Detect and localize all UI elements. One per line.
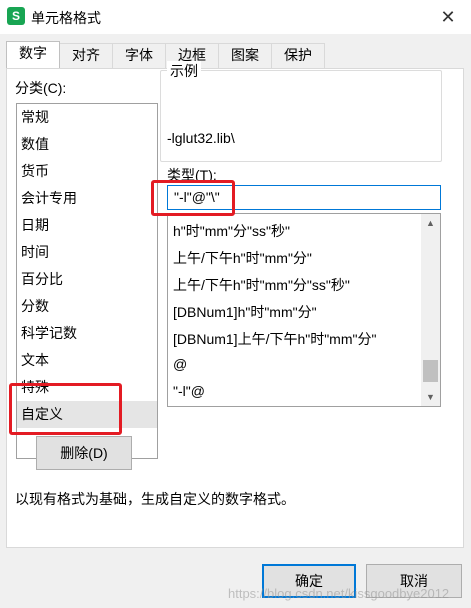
category-item[interactable]: 时间 bbox=[17, 239, 157, 266]
scroll-up-icon[interactable]: ▲ bbox=[421, 214, 440, 232]
category-item[interactable]: 科学记数 bbox=[17, 320, 157, 347]
scroll-thumb[interactable] bbox=[423, 360, 438, 382]
format-code-item[interactable]: 上午/下午h"时"mm"分"ss"秒" bbox=[173, 275, 350, 295]
category-item[interactable]: 特殊 bbox=[17, 374, 157, 401]
watermark: https://blog.csdn.net/kissgoodbye2012 bbox=[228, 586, 450, 601]
category-list[interactable]: 常规 数值 货币 会计专用 日期 时间 百分比 分数 科学记数 文本 特殊 自定… bbox=[16, 103, 158, 459]
sample-label: 示例 bbox=[167, 61, 201, 81]
tab-number[interactable]: 数字 bbox=[6, 41, 60, 68]
category-item[interactable]: 百分比 bbox=[17, 266, 157, 293]
format-code-list[interactable]: h"时"mm"分"ss"秒" 上午/下午h"时"mm"分" 上午/下午h"时"m… bbox=[167, 213, 441, 407]
scroll-down-icon[interactable]: ▼ bbox=[421, 388, 440, 406]
dialog-title: 单元格格式 bbox=[31, 10, 101, 26]
tab-pattern[interactable]: 图案 bbox=[218, 43, 272, 68]
close-icon: ✕ bbox=[440, 7, 456, 27]
category-item[interactable]: 货币 bbox=[17, 158, 157, 185]
category-item[interactable]: 会计专用 bbox=[17, 185, 157, 212]
format-code-item[interactable]: "-l"@ bbox=[173, 383, 205, 399]
category-item-selected[interactable]: 自定义 bbox=[17, 401, 157, 428]
format-code-item[interactable]: [DBNum1]h"时"mm"分" bbox=[173, 302, 317, 322]
format-code-item[interactable]: h"时"mm"分"ss"秒" bbox=[173, 221, 290, 241]
format-list-scrollbar[interactable]: ▲ ▼ bbox=[421, 214, 440, 406]
category-item[interactable]: 常规 bbox=[17, 104, 157, 131]
tab-bar: 数字 对齐 字体 边框 图案 保护 bbox=[6, 41, 325, 68]
format-code-item[interactable]: @ bbox=[173, 356, 187, 372]
tab-protection[interactable]: 保护 bbox=[271, 43, 325, 68]
category-item[interactable]: 文本 bbox=[17, 347, 157, 374]
tab-alignment[interactable]: 对齐 bbox=[59, 43, 113, 68]
delete-button[interactable]: 删除(D) bbox=[36, 436, 132, 470]
type-input[interactable]: "-l"@"\" bbox=[167, 185, 441, 210]
description-text: 以现有格式为基础，生成自定义的数字格式。 bbox=[15, 491, 295, 507]
format-code-item[interactable]: 上午/下午h"时"mm"分" bbox=[173, 248, 312, 268]
category-item[interactable]: 数值 bbox=[17, 131, 157, 158]
app-icon: S bbox=[7, 7, 25, 25]
title-bar: S 单元格格式 ✕ bbox=[0, 0, 471, 34]
sample-value: -lglut32.lib\ bbox=[167, 130, 235, 146]
category-item[interactable]: 分数 bbox=[17, 293, 157, 320]
tab-font[interactable]: 字体 bbox=[112, 43, 166, 68]
category-label: 分类(C): bbox=[15, 80, 67, 96]
format-code-item[interactable]: [DBNum1]上午/下午h"时"mm"分" bbox=[173, 329, 376, 349]
sample-group-box bbox=[160, 70, 442, 162]
close-button[interactable]: ✕ bbox=[434, 4, 462, 30]
category-item[interactable]: 日期 bbox=[17, 212, 157, 239]
type-label: 类型(T): bbox=[167, 167, 217, 183]
